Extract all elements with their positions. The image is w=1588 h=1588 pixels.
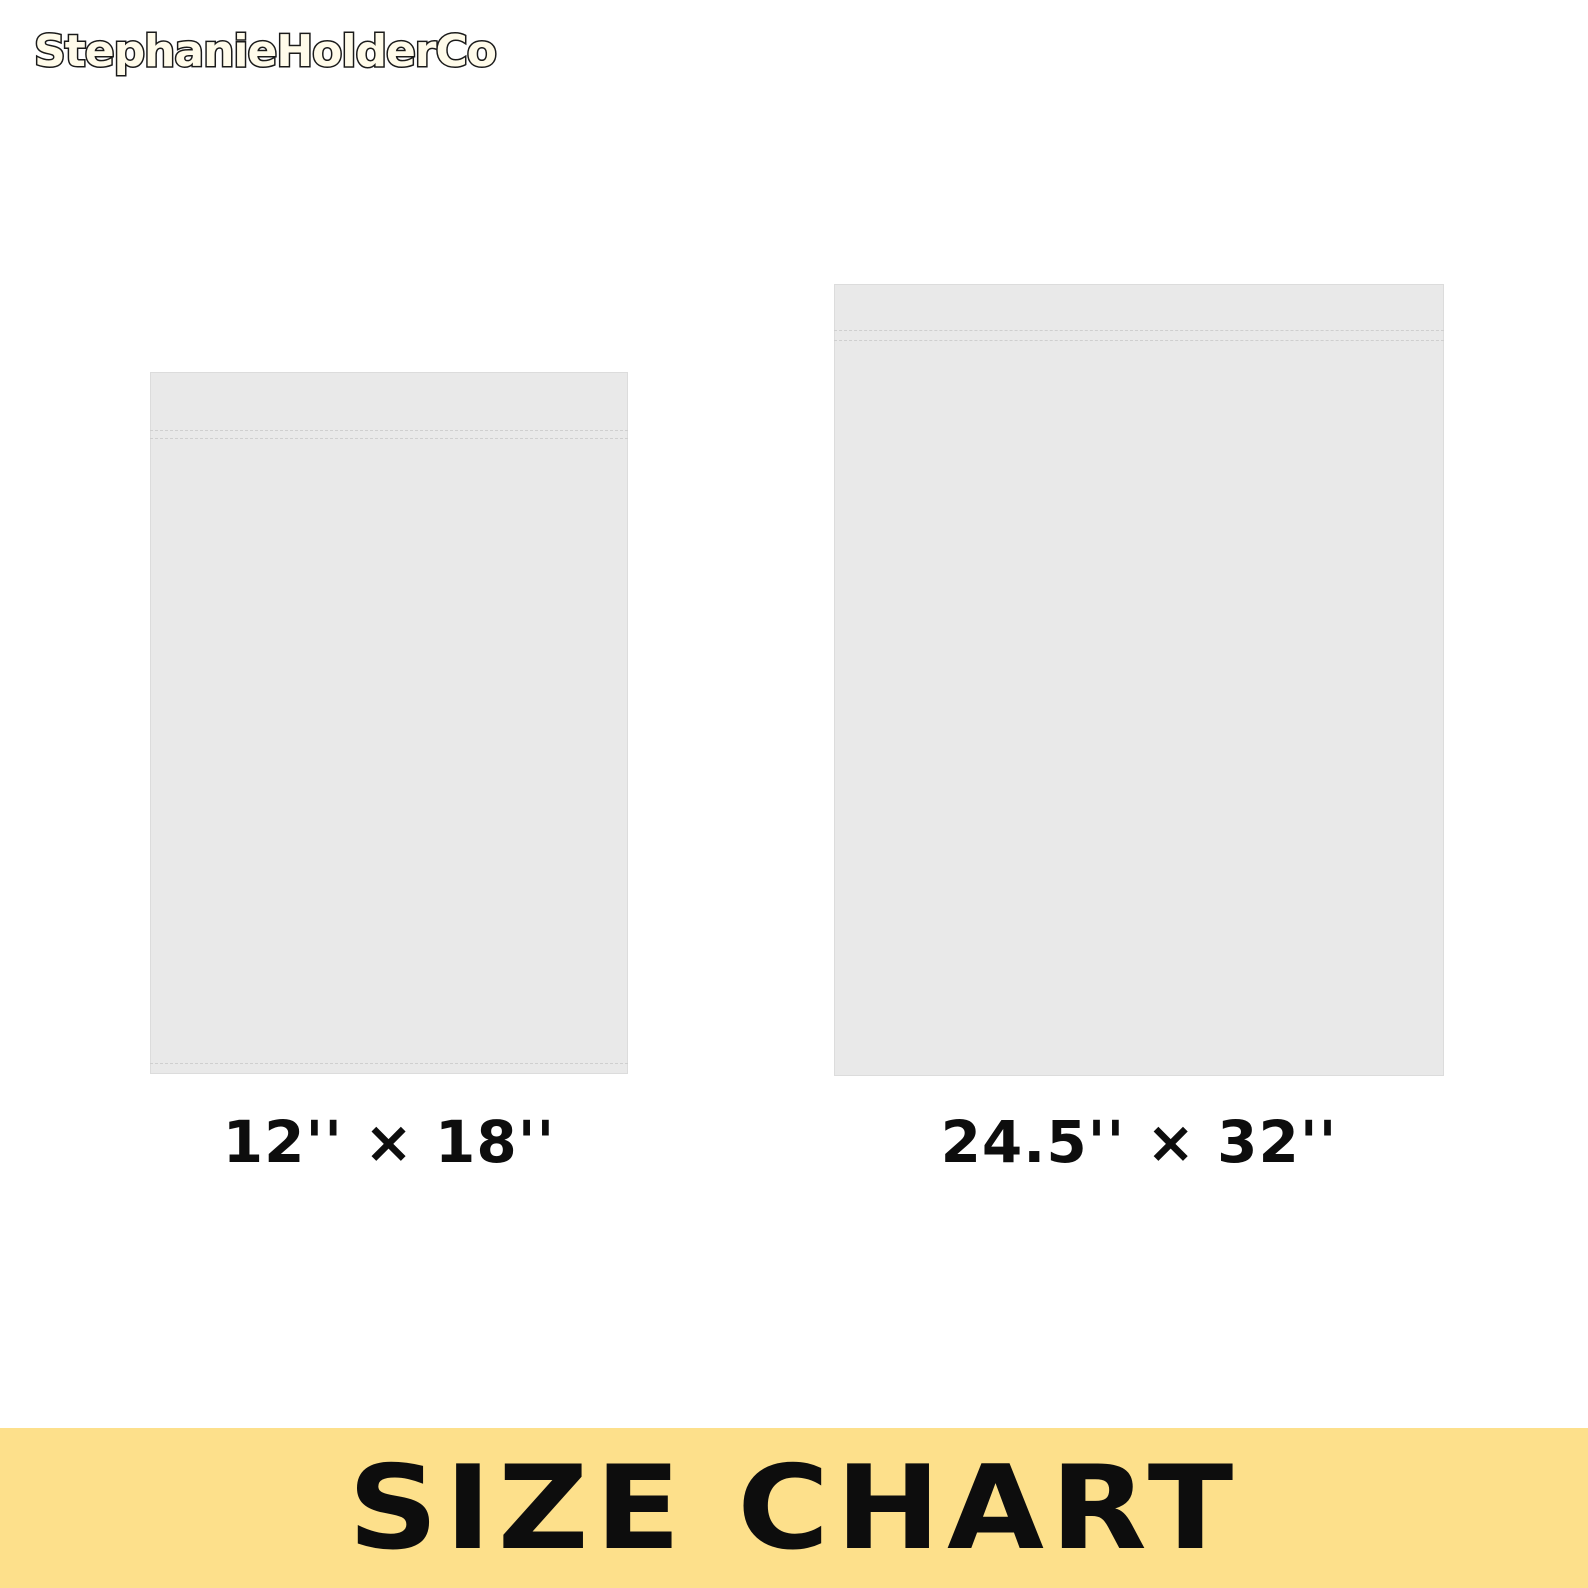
flag-small-mockup [150, 372, 628, 1074]
banner-title: SIZE CHART [348, 1440, 1240, 1576]
flag-large-top-stitch [834, 330, 1444, 331]
brand-logo-text: StephanieHolderCo [32, 25, 498, 79]
size-chart-page: StephanieHolderCo 12'' × 18'' 24.5'' × 3… [0, 0, 1588, 1588]
size-chart-banner: SIZE CHART [0, 1428, 1588, 1588]
flag-small-top-stitch [150, 430, 628, 431]
size-label-large: 24.5'' × 32'' [940, 1108, 1338, 1176]
flag-large-top-stitch-2 [834, 340, 1444, 341]
flag-small-top-stitch-2 [150, 438, 628, 439]
flag-large-mockup [834, 284, 1444, 1076]
flag-small-bottom-stitch [150, 1063, 628, 1064]
size-label-small: 12'' × 18'' [222, 1108, 556, 1176]
